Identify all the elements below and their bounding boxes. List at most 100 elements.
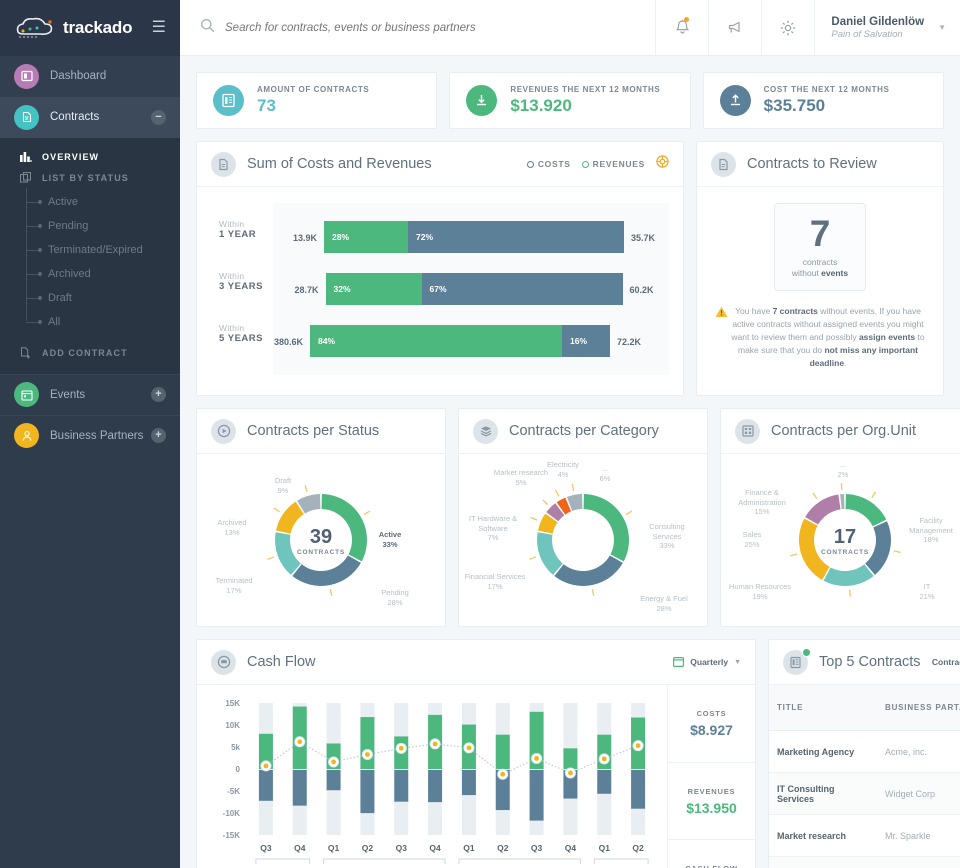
legend-costs[interactable]: COSTS xyxy=(527,159,571,169)
settings-button[interactable] xyxy=(761,0,814,55)
row-costs-review: Sum of Costs and Revenues COSTS REVENUES xyxy=(196,141,944,396)
bar-segment-costs[interactable]: 16% xyxy=(562,325,610,357)
user-menu[interactable]: Daniel Gildenlöw Pain of Salvation ▼ xyxy=(814,0,960,55)
review-count-box[interactable]: 7 contracts without events xyxy=(774,203,866,291)
bar-costs[interactable] xyxy=(327,770,341,790)
donut-slice-label: Energy & Fuel28% xyxy=(629,594,699,613)
sidebar-item-contracts[interactable]: Contracts − xyxy=(0,97,180,138)
notifications-button[interactable] xyxy=(655,0,708,55)
sidebar-item-business-partners[interactable]: Business Partners + xyxy=(0,415,180,456)
bar-row[interactable]: 13.9K28%72%35.7K xyxy=(273,211,669,263)
table-row[interactable]: Marketing AgencyAcme, inc. xyxy=(769,731,960,773)
donut-slice[interactable] xyxy=(846,494,887,526)
announcements-button[interactable] xyxy=(708,0,761,55)
bar-costs[interactable] xyxy=(631,770,645,809)
legend-revenues[interactable]: REVENUES xyxy=(582,159,645,169)
sidebar-item-all[interactable]: All xyxy=(26,310,180,334)
submenu-add-contract[interactable]: ADD CONTRACT xyxy=(0,342,180,364)
bar-segment-revenues[interactable]: 84% xyxy=(310,325,562,357)
bar-revenues[interactable] xyxy=(563,748,577,769)
sidebar-item-pending[interactable]: Pending xyxy=(26,214,180,238)
card-header: Contracts per Org.Unit xyxy=(721,409,960,454)
sidebar-item-events[interactable]: Events + xyxy=(0,374,180,415)
sum-costs-chart: Within 1 YEAR Within 3 YEARS Within 5 YE… xyxy=(197,187,683,395)
cashflow-point-dot xyxy=(297,739,302,744)
table-row[interactable]: ElectricityWestern Gas & Elec. xyxy=(769,857,960,868)
category-donut-chart[interactable]: Consulting Services33%Energy & Fuel28%Fi… xyxy=(459,454,707,626)
donut-slice[interactable] xyxy=(554,555,623,586)
bar-costs[interactable] xyxy=(597,770,611,794)
bar-row[interactable]: 380.6K84%16%72.2K xyxy=(273,315,669,367)
cell-title: IT Consulting Services xyxy=(769,773,877,815)
expand-toggle-icon[interactable]: + xyxy=(151,387,166,402)
cashflow-point-dot xyxy=(534,756,539,761)
bar-label-line1: Within xyxy=(219,323,273,333)
period-dropdown[interactable]: Quarterly ▼ xyxy=(673,656,741,669)
cell-title: Electricity xyxy=(769,857,877,868)
bar-costs[interactable] xyxy=(462,770,476,795)
sort-dropdown[interactable]: Contract Cost ▼ xyxy=(932,657,960,667)
kpi-card-cost-next-12-months[interactable]: COST THE NEXT 12 MONTHS $35.750 xyxy=(703,72,944,129)
kpi-card-revenues-next-12-months[interactable]: REVENUES THE NEXT 12 MONTHS $13.920 xyxy=(449,72,690,129)
bar-costs[interactable] xyxy=(530,770,544,821)
donut-slice-label: Human Resources19% xyxy=(727,582,793,601)
kpi-card-amount-of-contracts[interactable]: AMOUNT OF CONTRACTS 73 xyxy=(196,72,437,129)
donut-slice[interactable] xyxy=(865,521,891,575)
donut-slice-label: Financial Services17% xyxy=(463,572,527,591)
sidebar-item-archived[interactable]: Archived xyxy=(26,262,180,286)
legend-swatch-icon xyxy=(527,161,534,168)
table-row[interactable]: Market researchMr. Sparkle xyxy=(769,815,960,857)
donut-slice[interactable] xyxy=(840,494,844,509)
sidebar-item-terminated-expired[interactable]: Terminated/Expired xyxy=(26,238,180,262)
settings-target-icon[interactable] xyxy=(656,155,669,173)
bar-costs[interactable] xyxy=(293,770,307,806)
cashflow-point-dot xyxy=(399,746,404,751)
user-name: Daniel Gildenlöw xyxy=(831,15,924,29)
table-row[interactable]: IT Consulting ServicesWidget Corp xyxy=(769,773,960,815)
donut-slice[interactable] xyxy=(292,555,361,586)
search-input[interactable] xyxy=(225,22,645,34)
donut-slice[interactable] xyxy=(276,502,304,534)
submenu-overview[interactable]: OVERVIEW xyxy=(0,146,180,167)
hamburger-icon[interactable]: ☰ xyxy=(152,20,166,36)
col-business-partner: BUSINESS PART. xyxy=(877,685,960,731)
x-axis-tick: Q1 xyxy=(463,843,475,853)
donut-leader-line xyxy=(850,590,851,597)
collapse-toggle-icon[interactable]: − xyxy=(151,110,166,125)
kpi-value: $35.750 xyxy=(764,96,890,116)
donut-slice[interactable] xyxy=(584,494,629,561)
row-cashflow-top5: Cash Flow Quarterly ▼ xyxy=(196,639,944,868)
cashflow-point-dot xyxy=(500,772,505,777)
contract-icon xyxy=(14,105,39,130)
bar-costs[interactable] xyxy=(428,770,442,802)
sidebar-item-active[interactable]: Active xyxy=(26,190,180,214)
bar-segment-revenues[interactable]: 32% xyxy=(326,273,422,305)
bar-revenues[interactable] xyxy=(360,717,374,769)
donut-leader-line xyxy=(894,551,901,553)
sidebar-item-label: Events xyxy=(50,389,85,401)
review-caption-line2-bold: events xyxy=(821,268,848,278)
sidebar-item-dashboard[interactable]: Dashboard xyxy=(0,56,180,97)
orgunit-donut-chart[interactable]: 17CONTRACTSFacility Management18%IT21%Hu… xyxy=(721,454,960,626)
chevron-down-icon[interactable]: ▼ xyxy=(734,659,741,666)
bar-revenues[interactable] xyxy=(496,735,510,769)
expand-toggle-icon[interactable]: + xyxy=(151,428,166,443)
donut-slice[interactable] xyxy=(824,564,874,586)
x-axis-tick: Q2 xyxy=(362,843,374,853)
bar-value-right: 60.2K xyxy=(630,285,654,295)
bar-costs[interactable] xyxy=(394,770,408,802)
bar-costs[interactable] xyxy=(259,770,273,801)
sidebar-item-draft[interactable]: Draft xyxy=(26,286,180,310)
donut-slice[interactable] xyxy=(805,494,840,524)
donut-slice[interactable] xyxy=(537,532,563,575)
bar-row[interactable]: 28.7K32%67%60.2K xyxy=(273,263,669,315)
bar-segment-costs[interactable]: 67% xyxy=(422,273,623,305)
chevron-down-icon[interactable]: ▼ xyxy=(938,23,946,32)
status-donut-chart[interactable]: 39CONTRACTSActive33%Pending28%Terminated… xyxy=(197,454,445,626)
bar-costs[interactable] xyxy=(360,770,374,813)
summary-revenues: REVENUES $13.950 xyxy=(668,763,755,841)
submenu-list-by-status[interactable]: LIST BY STATUS xyxy=(0,167,180,188)
bar-segment-revenues[interactable]: 28% xyxy=(324,221,408,253)
bar-segment-costs[interactable]: 72% xyxy=(408,221,624,253)
y-axis-tick: -5K xyxy=(227,787,240,796)
